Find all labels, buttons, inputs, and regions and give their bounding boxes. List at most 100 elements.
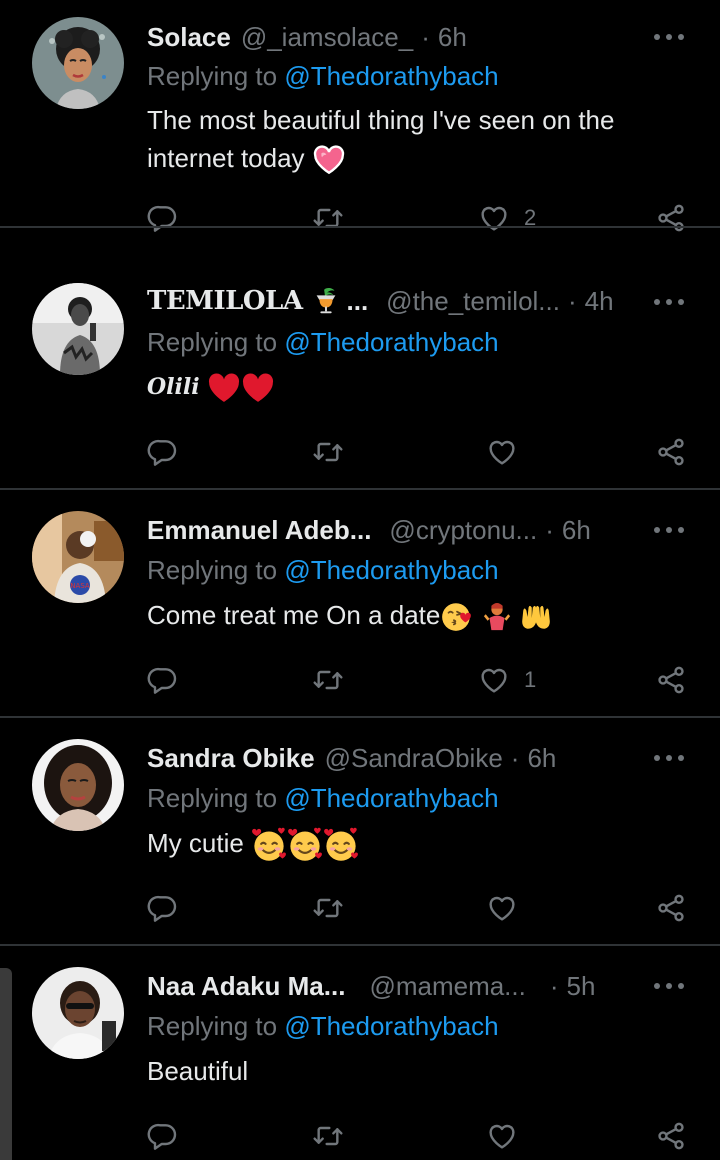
more-icon[interactable] <box>654 748 684 768</box>
like-button[interactable]: 1 <box>478 658 536 702</box>
heart-icon <box>478 664 510 696</box>
separator: · <box>545 514 554 545</box>
heart-icon <box>478 202 510 234</box>
palms-up-together-emoji <box>519 600 553 634</box>
retweet-button[interactable] <box>312 430 344 474</box>
tweet-text: The most beautiful thing I've seen on th… <box>147 101 687 177</box>
retweet-icon <box>312 436 344 468</box>
share-icon <box>655 1120 687 1152</box>
tropical-drink-emoji <box>311 286 341 316</box>
username[interactable]: @mamema... <box>369 971 525 1002</box>
retweet-icon <box>312 892 344 924</box>
avatar[interactable] <box>32 967 124 1059</box>
replying-to: Replying to @Thedorathybach <box>147 327 499 358</box>
timestamp[interactable]: 4h <box>585 286 614 317</box>
separator: · <box>567 285 577 316</box>
more-icon[interactable] <box>654 292 684 312</box>
heart-icon <box>486 436 518 468</box>
retweet-button[interactable] <box>312 658 344 702</box>
replying-to: Replying to @Thedorathybach <box>147 783 499 814</box>
reply-button[interactable] <box>147 1114 179 1158</box>
replying-to: Replying to @Thedorathybach <box>147 555 499 586</box>
like-button[interactable] <box>486 886 532 930</box>
timestamp[interactable]: 6h <box>562 515 591 546</box>
like-button[interactable]: 2 <box>478 196 536 240</box>
retweet-button[interactable] <box>312 1114 344 1158</box>
action-bar: 1 <box>0 658 720 702</box>
share-button[interactable] <box>655 658 687 702</box>
reply-button[interactable] <box>147 886 179 930</box>
like-button[interactable] <box>486 1114 532 1158</box>
reply-icon <box>147 436 179 468</box>
scrollbar[interactable] <box>0 968 12 1160</box>
reply-icon <box>147 1120 179 1152</box>
reply-button[interactable] <box>147 430 179 474</box>
tweet-text: Come treat me On a date <box>147 596 687 634</box>
action-bar <box>0 430 720 474</box>
more-icon[interactable] <box>654 27 684 47</box>
username[interactable]: @the_temilol... <box>386 286 560 317</box>
heart-icon <box>486 892 518 924</box>
mention-link[interactable]: @Thedorathybach <box>284 1011 498 1041</box>
smiling-face-with-hearts-emoji <box>287 827 323 863</box>
tweet-text-content: My cutie <box>147 828 244 858</box>
tweet-text-content: Beautiful <box>147 1056 249 1086</box>
reply-tweet[interactable]: NASA Emmanuel Adeb... @cryptonu... · 6h … <box>0 490 720 718</box>
retweet-icon <box>312 1120 344 1152</box>
replying-label: Replying to <box>147 783 278 813</box>
share-button[interactable] <box>655 430 687 474</box>
avatar[interactable] <box>32 17 124 109</box>
reply-tweet[interactable]: TEMILOLA ... @the_temilol... · 4h Replyi… <box>0 262 720 490</box>
avatar[interactable]: NASA <box>32 511 124 603</box>
mention-link[interactable]: @Thedorathybach <box>284 61 498 91</box>
red-heart-emoji <box>207 371 241 405</box>
separator: · <box>510 742 520 773</box>
separator: · <box>549 970 559 1001</box>
reply-tweet[interactable]: Naa Adaku Ma... @mamema... · 5h Replying… <box>0 946 720 1160</box>
mention-link[interactable]: @Thedorathybach <box>284 327 498 357</box>
more-icon[interactable] <box>654 976 684 996</box>
timestamp[interactable]: 6h <box>438 22 467 53</box>
share-button[interactable] <box>655 886 687 930</box>
avatar[interactable] <box>32 739 124 831</box>
mention-link[interactable]: @Thedorathybach <box>284 555 498 585</box>
red-heart-emoji <box>241 371 275 405</box>
display-name[interactable]: Naa Adaku Ma... <box>147 971 345 1002</box>
heart-icon <box>486 1120 518 1152</box>
tweet-text-content: Come treat me On a date <box>147 600 441 630</box>
share-button[interactable] <box>655 1114 687 1158</box>
tweet-header: TEMILOLA ... @the_temilol... · 4h <box>147 283 630 319</box>
display-name[interactable]: Solace <box>147 22 231 53</box>
share-button[interactable] <box>655 196 687 240</box>
display-name[interactable]: Emmanuel Adeb... <box>147 515 371 546</box>
share-icon <box>655 892 687 924</box>
reply-icon <box>147 202 179 234</box>
username[interactable]: @SandraObike <box>325 743 503 774</box>
display-name[interactable]: TEMILOLA <box>147 286 303 316</box>
timestamp[interactable]: 6h <box>527 743 556 774</box>
tweet-text-content: The most beautiful thing I've seen on th… <box>147 105 615 173</box>
divider <box>0 226 720 228</box>
retweet-icon <box>312 664 344 696</box>
face-blowing-kiss-emoji <box>440 600 474 634</box>
reply-tweet[interactable]: Sandra Obike @SandraObike · 6h Replying … <box>0 718 720 946</box>
display-name[interactable]: Sandra Obike <box>147 743 315 774</box>
tweet-header: Emmanuel Adeb... @cryptonu... · 6h <box>147 512 630 548</box>
retweet-button[interactable] <box>312 886 344 930</box>
tweet-header: Sandra Obike @SandraObike · 6h <box>147 740 630 776</box>
more-icon[interactable] <box>654 520 684 540</box>
retweet-button[interactable] <box>312 196 344 240</box>
reply-feed: Solace @_iamsolace_ · 6h Replying to @Th… <box>0 0 720 1160</box>
username[interactable]: @cryptonu... <box>389 515 537 546</box>
timestamp[interactable]: 5h <box>567 971 596 1002</box>
smiling-face-with-hearts-emoji <box>323 827 359 863</box>
reply-button[interactable] <box>147 196 179 240</box>
reply-button[interactable] <box>147 658 179 702</box>
mention-link[interactable]: @Thedorathybach <box>284 783 498 813</box>
tweet-text-content: Olili <box>147 374 200 400</box>
reply-icon <box>147 664 179 696</box>
reply-tweet[interactable]: Solace @_iamsolace_ · 6h Replying to @Th… <box>0 0 720 228</box>
like-button[interactable] <box>486 430 532 474</box>
username[interactable]: @_iamsolace_ <box>241 22 413 53</box>
avatar[interactable] <box>32 283 124 375</box>
